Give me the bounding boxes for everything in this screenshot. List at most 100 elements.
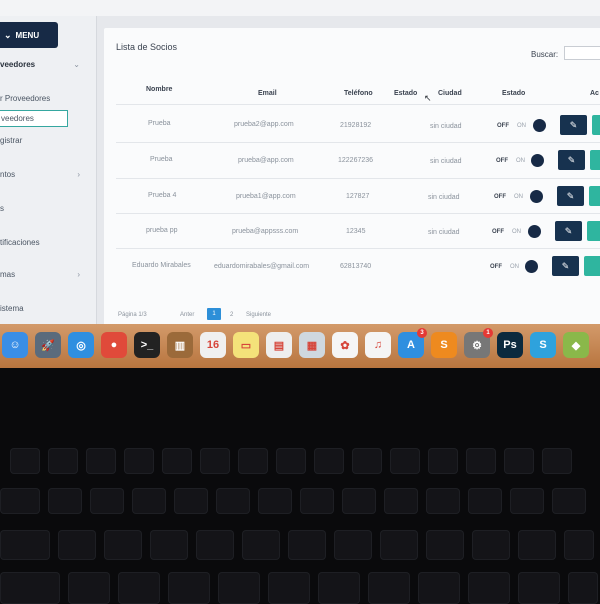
key bbox=[426, 488, 460, 514]
sidebar-item-s[interactable]: s bbox=[0, 204, 4, 213]
edit-button[interactable]: ✎ bbox=[557, 186, 584, 206]
key bbox=[150, 530, 188, 560]
key bbox=[380, 530, 418, 560]
laptop-keyboard-area bbox=[0, 368, 600, 604]
status-toggle[interactable] bbox=[528, 225, 541, 238]
column-header-ciudad[interactable]: Ciudad bbox=[438, 90, 462, 97]
status-toggle[interactable] bbox=[533, 119, 546, 132]
menu-button[interactable]: ⌄ MENU bbox=[0, 22, 58, 48]
key bbox=[104, 530, 142, 560]
edit-button[interactable]: ✎ bbox=[552, 256, 579, 276]
pencil-icon: ✎ bbox=[561, 260, 570, 271]
key bbox=[318, 572, 360, 604]
row-divider bbox=[116, 213, 600, 214]
key bbox=[428, 448, 458, 474]
preview-icon-glyph: ▦ bbox=[306, 339, 318, 352]
search-input[interactable] bbox=[564, 46, 600, 60]
chrome-icon[interactable]: ● bbox=[101, 332, 127, 358]
calendar-icon[interactable]: 16 bbox=[200, 332, 226, 358]
column-header-telefono[interactable]: Teléfono bbox=[344, 90, 373, 97]
action-button[interactable] bbox=[587, 221, 600, 241]
column-header-acciones[interactable]: Ac bbox=[590, 90, 599, 97]
status-toggle[interactable] bbox=[530, 190, 543, 203]
notification-badge: 3 bbox=[417, 328, 427, 338]
status-toggle[interactable] bbox=[531, 154, 544, 167]
column-header-email[interactable]: Email bbox=[258, 90, 277, 97]
sidebar-item-listar-proveedores[interactable]: r Proveedores bbox=[0, 94, 50, 103]
terminal-icon[interactable]: >_ bbox=[134, 332, 160, 358]
cell-ciudad: sin ciudad bbox=[430, 123, 462, 130]
key bbox=[518, 572, 560, 604]
key bbox=[10, 448, 40, 474]
column-header-estado[interactable]: Estado bbox=[394, 90, 417, 97]
row-divider bbox=[116, 142, 600, 143]
pagination-page-2[interactable]: 2 bbox=[230, 312, 233, 318]
toggle-on-label: ON bbox=[517, 123, 526, 129]
app-store-icon[interactable]: A3 bbox=[398, 328, 427, 358]
key bbox=[118, 572, 160, 604]
edit-button[interactable]: ✎ bbox=[560, 115, 587, 135]
pencil-icon: ✎ bbox=[567, 154, 576, 165]
sidebar-item-temas[interactable]: mas bbox=[0, 270, 15, 279]
chevron-down-icon: ⌄ bbox=[73, 60, 80, 69]
pencil-icon: ✎ bbox=[566, 190, 575, 201]
skype-icon[interactable]: S bbox=[530, 332, 556, 358]
pagination-next[interactable]: Siguiente bbox=[246, 312, 271, 318]
sidebar-item-notificaciones[interactable]: tificaciones bbox=[0, 238, 40, 247]
music-icon[interactable]: ♫ bbox=[365, 332, 391, 358]
pagination-current-page[interactable]: 1 bbox=[207, 308, 221, 320]
toggle-on-label: ON bbox=[510, 264, 519, 270]
pagination-info: Página 1/3 bbox=[118, 312, 147, 318]
sublime-icon[interactable]: S bbox=[431, 332, 457, 358]
action-button[interactable] bbox=[590, 150, 600, 170]
safari-icon[interactable]: ◎ bbox=[68, 332, 94, 358]
stickies-icon[interactable]: ▭ bbox=[233, 332, 259, 358]
keyboard-row bbox=[0, 448, 600, 474]
column-header-estado-2[interactable]: Estado bbox=[502, 90, 525, 97]
finder-icon[interactable]: ☺ bbox=[2, 332, 28, 358]
key bbox=[426, 530, 464, 560]
launchpad-icon[interactable]: 🚀 bbox=[35, 332, 61, 358]
pencil-icon: ✎ bbox=[564, 225, 573, 236]
cell-telefono: 122267236 bbox=[338, 157, 374, 164]
status-toggle[interactable] bbox=[525, 260, 538, 273]
key bbox=[0, 530, 50, 560]
key bbox=[242, 530, 280, 560]
sidebar-item-eventos[interactable]: ntos bbox=[0, 170, 15, 179]
text-icon[interactable]: ▤ bbox=[266, 332, 292, 358]
launchpad-icon-glyph: 🚀 bbox=[41, 339, 55, 352]
key bbox=[542, 448, 572, 474]
sidebar-item-proveedores[interactable]: veedores bbox=[0, 60, 35, 69]
key bbox=[314, 448, 344, 474]
chrome-icon-glyph: ● bbox=[110, 339, 118, 351]
sidebar-item-registrar[interactable]: gistrar bbox=[0, 136, 22, 145]
preview-icon[interactable]: ▦ bbox=[299, 332, 325, 358]
menu-button-label: MENU bbox=[15, 30, 40, 40]
toggle-on-label: ON bbox=[516, 158, 525, 164]
browser-top-bar bbox=[0, 0, 600, 16]
key bbox=[518, 530, 556, 560]
key bbox=[510, 488, 544, 514]
action-button[interactable] bbox=[584, 256, 600, 276]
key bbox=[468, 572, 510, 604]
notes-book-icon[interactable]: ▥ bbox=[167, 332, 193, 358]
key bbox=[216, 488, 250, 514]
sidebar-item-sistema[interactable]: istema bbox=[0, 304, 24, 313]
cell-telefono: 21928192 bbox=[340, 122, 372, 129]
photos-icon[interactable]: ✿ bbox=[332, 332, 358, 358]
edit-button[interactable]: ✎ bbox=[558, 150, 585, 170]
system-preferences-icon[interactable]: ⚙ 1 bbox=[464, 328, 493, 358]
photoshop-icon[interactable]: Ps bbox=[497, 332, 523, 358]
key bbox=[466, 448, 496, 474]
column-header-nombre[interactable]: Nombre bbox=[146, 86, 172, 93]
sidebar-item-proveedores-active[interactable]: veedores bbox=[0, 110, 68, 127]
android-icon[interactable]: ◆ bbox=[563, 332, 589, 358]
calendar-icon-glyph: 16 bbox=[206, 339, 220, 351]
pagination-prev[interactable]: Anter bbox=[180, 312, 194, 318]
action-button[interactable] bbox=[592, 115, 600, 135]
action-button[interactable] bbox=[589, 186, 600, 206]
cell-telefono: 12345 bbox=[346, 228, 366, 235]
header-divider bbox=[116, 104, 600, 105]
edit-button[interactable]: ✎ bbox=[555, 221, 582, 241]
skype-icon-glyph: S bbox=[539, 339, 547, 351]
